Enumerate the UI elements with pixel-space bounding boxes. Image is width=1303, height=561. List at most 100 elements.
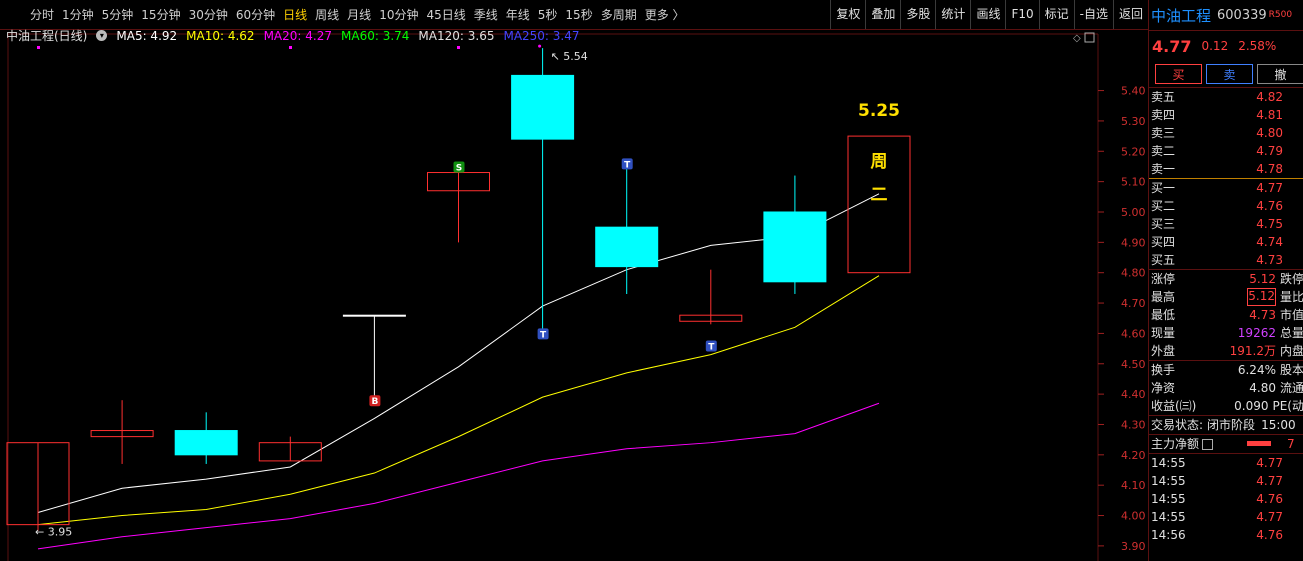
tick-row: 14:55 4.77: [1149, 472, 1303, 490]
ma-legend-item-0: MA5: 4.92: [116, 28, 178, 43]
tool-button-3[interactable]: 统计: [935, 0, 970, 29]
kline-chart[interactable]: 5.40 5.30 5.20 5.10 5.00 4.90 4.80 4.70 4.60 4.50…: [0, 28, 1148, 561]
list-icon[interactable]: [1202, 439, 1214, 450]
tab-timeframe-11[interactable]: 季线: [474, 6, 498, 23]
tick-price: 4.77: [1256, 510, 1283, 524]
order-book: 卖五 4.82 卖四 4.81 卖三 4.80 卖二 4.79 卖一 4.78 买一 4.77 买二 4.…: [1149, 88, 1303, 270]
ask-level-0-label: 卖五: [1151, 90, 1176, 104]
tab-timeframe-1[interactable]: 1分钟: [62, 6, 94, 23]
tab-timeframe-7[interactable]: 周线: [315, 6, 339, 23]
ma-legend-item-1: MA10: 4.62: [186, 28, 255, 43]
tick-list: 14:55 4.77 14:55 4.77 14:55 4.76 14:55 4.77 14:5…: [1149, 454, 1303, 544]
tool-button-2[interactable]: 多股: [900, 0, 935, 29]
stat-row-1: 最高 5.12 量比: [1149, 288, 1303, 306]
tool-button-0[interactable]: 复权: [830, 0, 865, 29]
tab-timeframe-6[interactable]: 日线: [283, 6, 307, 23]
quote-panel: 中油工程 600339 R500 4.77 0.12 2.58% 买 卖 撤 卖…: [1148, 0, 1303, 561]
flow-bar: [1247, 441, 1272, 446]
tab-timeframe-15[interactable]: 多周期: [601, 6, 637, 23]
y-tick-label-7: 4.70: [1121, 297, 1146, 310]
tab-timeframe-2[interactable]: 5分钟: [102, 6, 134, 23]
candle-body-7: [595, 226, 659, 268]
bid-level-4: 买五 4.73: [1149, 251, 1303, 270]
stat-row-3: 现量 19262 总量: [1149, 324, 1303, 342]
price-row: 4.77 0.12 2.58%: [1149, 31, 1303, 61]
tab-timeframe-13[interactable]: 5秒: [538, 6, 558, 23]
bid-level-0-label: 买一: [1151, 181, 1176, 195]
tab-timeframe-4[interactable]: 30分钟: [189, 6, 228, 23]
forecast-price: 5.25: [858, 101, 900, 121]
tab-timeframe-14[interactable]: 15秒: [565, 6, 592, 23]
y-tick-label-4: 5.00: [1121, 206, 1146, 219]
ask-level-0: 卖五 4.82: [1149, 88, 1303, 106]
ask-level-3: 卖二 4.79: [1149, 142, 1303, 160]
tick-time: 14:55: [1151, 474, 1186, 488]
stock-name[interactable]: 中油工程: [1151, 5, 1211, 26]
stat-row-0: 涨停 5.12 跌停: [1149, 270, 1303, 288]
ma-dot-0: [37, 46, 40, 49]
stat-row-4-label: 外盘: [1151, 344, 1176, 358]
candle-body-4: [342, 314, 406, 317]
ask-level-3-value: 4.79: [1256, 144, 1283, 158]
stat-row-1-label2: 量比: [1279, 290, 1303, 304]
ask-level-1: 卖四 4.81: [1149, 106, 1303, 124]
tab-timeframe-8[interactable]: 月线: [347, 6, 371, 23]
high-price-label: ↖ 5.54: [551, 50, 588, 63]
bid-level-1-label: 买二: [1151, 199, 1176, 213]
bid-level-3-label: 买四: [1151, 235, 1176, 249]
kline-canvas[interactable]: 5.40 5.30 5.20 5.10 5.00 4.90 4.80 4.70 4.60 4.50…: [0, 30, 1148, 561]
tool-button-8[interactable]: 返回: [1112, 0, 1148, 29]
bid-level-0-value: 4.77: [1256, 181, 1283, 195]
y-tick-label-1: 5.30: [1121, 115, 1146, 128]
buy-button[interactable]: 买: [1155, 64, 1202, 84]
tab-timeframe-5[interactable]: 60分钟: [236, 6, 275, 23]
ask-level-3-label: 卖二: [1151, 144, 1176, 158]
tab-timeframe-3[interactable]: 15分钟: [141, 6, 180, 23]
y-tick-label-11: 4.30: [1121, 418, 1146, 431]
dropdown-circle-icon[interactable]: ▾: [96, 30, 108, 41]
tab-timeframe-16[interactable]: 更多 〉: [645, 6, 685, 23]
y-tick-label-2: 5.20: [1121, 145, 1146, 158]
ma-legend-item-5: MA250: 3.47: [503, 28, 580, 43]
tool-buttons: 复权 叠加 多股 统计 画线 F10 标记 -自选 返回: [830, 0, 1148, 29]
bid-level-2: 买三 4.75: [1149, 215, 1303, 233]
tab-timeframe-10[interactable]: 45日线: [426, 6, 465, 23]
y-tick-label-12: 4.20: [1121, 449, 1146, 462]
tab-timeframe-9[interactable]: 10分钟: [379, 6, 418, 23]
stat-row-0-label: 涨停: [1151, 272, 1176, 286]
tick-row: 14:55 4.76: [1149, 490, 1303, 508]
tool-button-1[interactable]: 叠加: [865, 0, 900, 29]
tool-button-4[interactable]: 画线: [970, 0, 1005, 29]
tab-timeframe-0[interactable]: 分时: [30, 6, 54, 23]
stat-row-0-value: 5.12: [1249, 272, 1276, 286]
tab-timeframe-12[interactable]: 年线: [506, 6, 530, 23]
bid-level-4-value: 4.73: [1256, 253, 1283, 267]
tool-button-7[interactable]: -自选: [1073, 0, 1113, 29]
fund-row-1-value: 4.80: [1249, 381, 1276, 395]
candle-body-6: [511, 74, 575, 140]
trade-buttons: 买 卖 撤: [1149, 61, 1303, 88]
tick-time: 14:56: [1151, 528, 1186, 542]
tool-button-6[interactable]: 标记: [1038, 0, 1074, 29]
fund-row-0: 换手 6.24% 股本: [1149, 361, 1303, 379]
bid-level-1-value: 4.76: [1256, 199, 1283, 213]
tick-row: 14:55 4.77: [1149, 508, 1303, 526]
y-tick-label-9: 4.50: [1121, 358, 1146, 371]
sell-button[interactable]: 卖: [1206, 64, 1253, 84]
ask-level-1-value: 4.81: [1256, 108, 1283, 122]
flow-label: 主力净额: [1151, 437, 1200, 451]
cancel-button[interactable]: 撤: [1257, 64, 1303, 84]
high-dot: [538, 44, 542, 48]
stat-row-3-value: 19262: [1237, 326, 1276, 340]
y-tick-label-10: 4.40: [1121, 388, 1146, 401]
marker-text-2: T: [540, 330, 547, 340]
last-price: 4.77: [1152, 36, 1192, 56]
y-tick-label-8: 4.60: [1121, 327, 1146, 340]
stat-row-2-label: 最低: [1151, 308, 1176, 322]
stat-row-3-label2: 总量: [1279, 326, 1303, 340]
tool-button-5[interactable]: F10: [1005, 0, 1038, 29]
stat-row-4: 外盘 191.2万 内盘: [1149, 342, 1303, 361]
fund-row-1: 净资 4.80 流通: [1149, 379, 1303, 397]
stock-tag: R500: [1268, 10, 1293, 20]
quote-stats: 涨停 5.12 跌停 最高 5.12 量比 最低 4.73 市值 现量 19262 总量 外盘 191.2…: [1149, 270, 1303, 361]
